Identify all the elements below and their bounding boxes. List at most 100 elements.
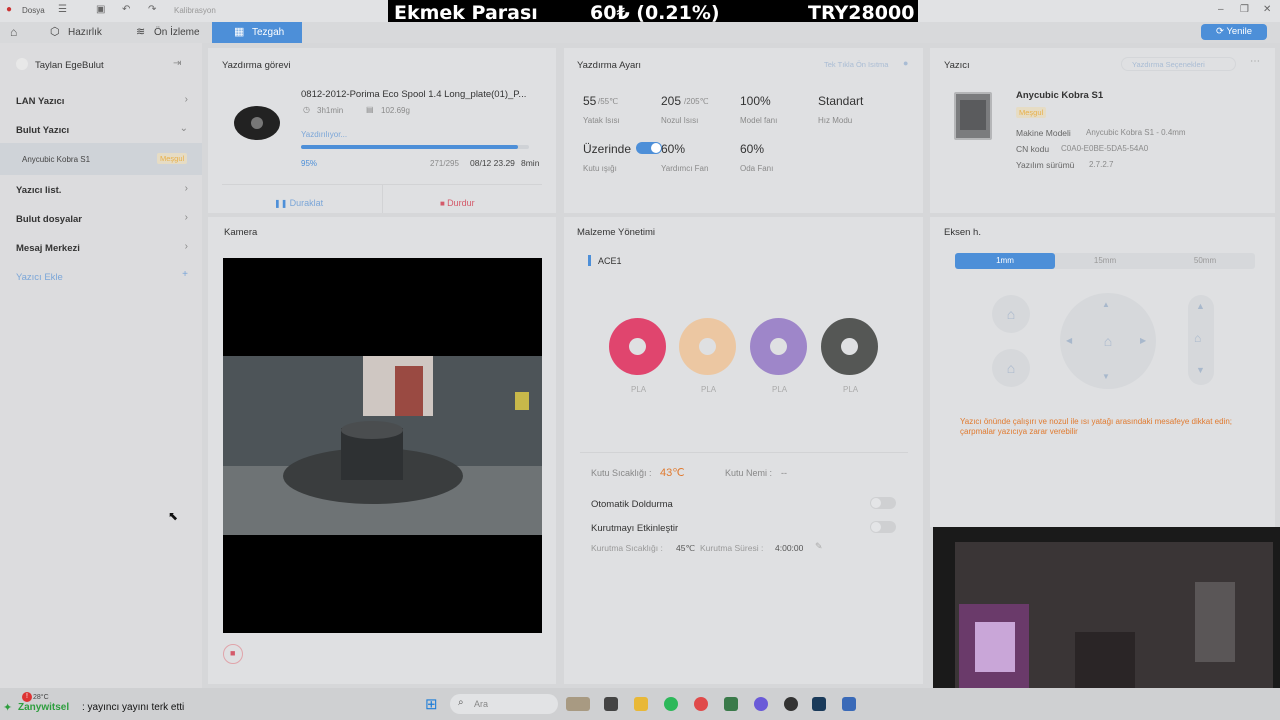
save-icon[interactable]: ▣ [96,4,105,15]
more-icon[interactable]: ⋯ [1250,56,1260,67]
chevron-right-icon: › [184,94,188,105]
grid-icon: ▦ [234,26,245,38]
chat-user-icon: ✦ [3,702,13,714]
z-down-icon[interactable]: ▼ [1196,365,1205,375]
minimize-icon[interactable]: – [1218,4,1224,15]
edit-icon[interactable]: ✎ [815,541,823,552]
home-z-button[interactable]: ⌂ [992,349,1030,387]
sidebar-printer-item[interactable]: Anycubic Kobra S1 Meşgul [0,143,202,175]
stop-button[interactable]: ■ Durdur [440,193,500,208]
y-minus-icon[interactable]: ▼ [1102,329,1110,425]
close-icon[interactable]: ✕ [1263,4,1271,15]
ace-label: ACE1 [598,256,622,266]
app-icon[interactable] [724,697,738,711]
speed-mode[interactable]: Standart [818,94,863,108]
home-xy-button[interactable]: ⌂ [992,295,1030,333]
task-weight: 102.69g [381,106,410,115]
spool-slot-2[interactable] [679,318,736,375]
redo-icon[interactable]: ↷ [148,4,156,15]
layers-icon: ≋ [136,26,146,38]
spool-slot-3[interactable] [750,318,807,375]
model-fan[interactable]: 100% [740,94,771,108]
discord-icon[interactable] [754,697,768,711]
sidebar-item-printer-list[interactable]: Yazıcı list. › [0,180,202,200]
x-minus-icon[interactable]: ◀ [1066,293,1072,389]
taskbar-search[interactable]: ⌕ Ara [450,694,558,714]
box-temp-label: Kutu Sıcaklığı : [591,468,652,478]
obs-icon[interactable] [784,697,798,711]
opera-icon[interactable] [694,697,708,711]
mouse-cursor-icon: ⬉ [168,509,179,523]
spool-slot-1[interactable] [609,318,666,375]
cube-icon: ⬡ [50,26,60,38]
tab-preview-label: Ön İzleme [154,27,200,38]
pause-button[interactable]: ❚❚ Duraklat [274,193,334,208]
chevron-right-icon: › [184,183,188,194]
z-up-icon[interactable]: ▲ [1196,301,1205,311]
auto-refill-toggle[interactable] [870,497,896,509]
box-humidity: -- [781,468,787,478]
webcam-feed [955,542,1273,688]
steam-icon[interactable] [812,697,826,711]
spool-thumbnail [234,106,280,140]
folder-icon[interactable] [634,697,648,711]
fw-label: Yazılım sürümü [1016,160,1075,170]
preheat-link[interactable]: Tek Tıkla Ön Isıtma [824,60,888,69]
drying-time: 4:00:00 [775,543,804,553]
sidebar-item-messages[interactable]: Mesaj Merkezi › [0,238,202,258]
refresh-button[interactable]: ⟳ Yenile [1201,24,1267,40]
terminal-icon[interactable] [604,697,618,711]
logout-icon[interactable]: ⇥ [173,58,181,69]
step-50mm[interactable]: 50mm [1155,253,1255,269]
sidebar-item-cloud-files[interactable]: Bulut dosyalar › [0,209,202,229]
sidebar-item-add-printer[interactable]: Yazıcı Ekle + [0,267,202,287]
calibration-menu[interactable]: Kalibrasyon [174,6,216,15]
maximize-icon[interactable]: ❐ [1240,4,1249,15]
x-plus-icon[interactable]: ▶ [1140,293,1146,389]
undo-icon[interactable]: ↶ [122,4,130,15]
room-fan[interactable]: 60% [740,142,764,156]
webcam-overlay [933,527,1280,688]
remaining-time: 8min [521,158,540,168]
print-options-select[interactable]: Yazdırma Seçenekleri [1121,57,1236,71]
drying-label: Kurutmayı Etkinleştir [591,523,679,534]
slicer-icon[interactable] [842,697,856,711]
chevron-down-icon: ⌄ [179,123,188,134]
tab-prepare[interactable]: ⬡ Hazırlık [50,22,132,43]
camera-panel: Kamera ■ [208,217,556,684]
tab-device[interactable]: ▦ Tezgah [212,22,302,43]
box-light-toggle[interactable] [636,142,662,154]
panel-title: Eksen h. [944,227,981,238]
drying-toggle[interactable] [870,521,896,533]
tab-preview[interactable]: ≋ Ön İzleme [136,22,212,43]
nozzle-temp[interactable]: 205 [661,94,681,108]
model-fan-label: Model fanı [740,116,778,125]
aux-fan[interactable]: 60% [661,142,685,156]
windows-start-icon[interactable]: ⊞ [425,695,438,713]
record-button[interactable]: ■ [223,644,243,664]
overlay-amount: TRY28000 [808,2,915,24]
widget-icon[interactable] [566,697,590,711]
file-menu[interactable]: Dosya [22,6,45,15]
sidebar-item-cloud[interactable]: Bulut Yazıcı ⌄ [0,120,202,140]
sidebar-item-lan[interactable]: LAN Yazıcı › [0,91,202,111]
stop-label: Durdur [447,198,475,208]
chevron-right-icon: › [184,212,188,223]
spool-slot-4[interactable] [821,318,878,375]
plus-icon: + [182,269,188,280]
model-label: Makine Modeli [1016,128,1071,138]
weather-icon: ! [22,692,32,702]
camera-frame [223,356,542,535]
step-1mm[interactable]: 1mm [955,253,1055,269]
panel-title: Yazdırma Ayarı [577,60,642,71]
progress-bar [301,145,529,149]
home-icon[interactable]: ⌂ [10,25,17,39]
menu-icon[interactable]: ☰ [58,4,67,15]
bed-temp[interactable]: 55 [583,94,596,108]
sidebar-item-label: Mesaj Merkezi [16,243,80,254]
z-home-icon[interactable]: ⌂ [1194,331,1201,345]
spotify-icon[interactable] [664,697,678,711]
drying-temp-label: Kurutma Sıcaklığı : [591,543,663,553]
home-icon: ⌂ [1006,306,1016,322]
xy-jog-pad[interactable]: ▲ ▼ ◀ ▶ ⌂ [1060,293,1156,389]
